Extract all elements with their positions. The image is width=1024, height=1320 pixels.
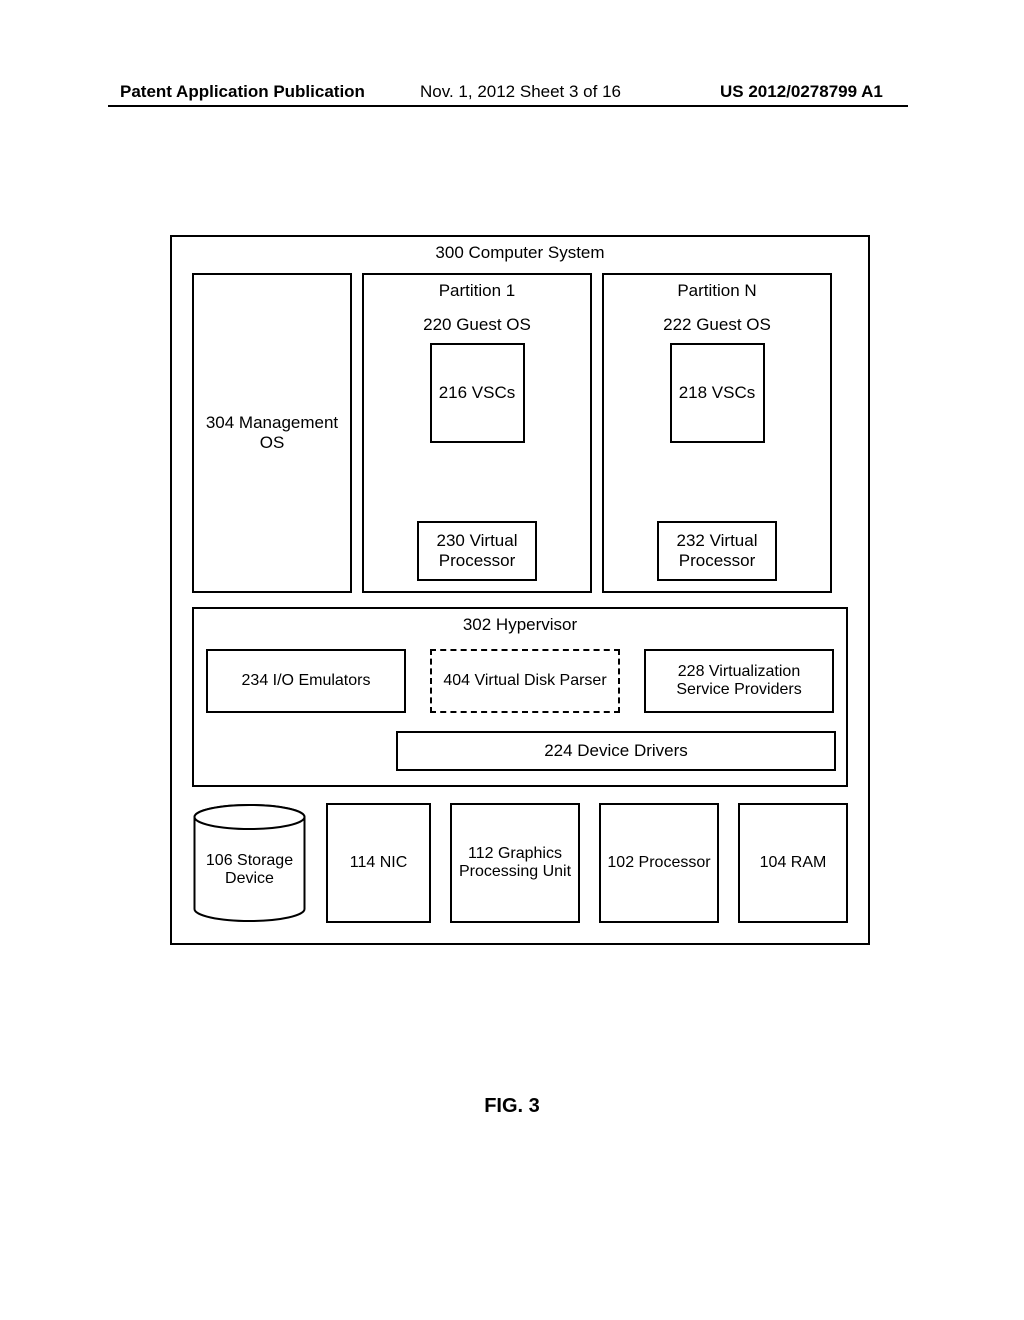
ram-label: 104 RAM [760, 854, 827, 872]
io-emulators-box: 234 I/O Emulators [206, 649, 406, 713]
hypervisor-box: 302 Hypervisor 234 I/O Emulators 404 Vir… [192, 607, 848, 787]
computer-system-title: 300 Computer System [172, 237, 868, 273]
virtualization-service-providers-label: 228 Virtualization Service Providers [652, 663, 826, 699]
partition-n-guest-os: 222 Guest OS [663, 315, 771, 335]
partition-n-box: Partition N 222 Guest OS 218 VSCs 232 Vi… [602, 273, 832, 593]
nic-label: 114 NIC [350, 854, 408, 872]
gpu-box: 112 Graphics Processing Unit [450, 803, 580, 923]
partitions-row: 304 Management OS Partition 1 220 Guest … [172, 273, 868, 607]
storage-device-cylinder: 106 Storage Device [192, 803, 307, 923]
header-publication-type: Patent Application Publication [120, 82, 365, 102]
processor-box: 102 Processor [599, 803, 719, 923]
processor-label: 102 Processor [607, 854, 710, 872]
nic-box: 114 NIC [326, 803, 431, 923]
storage-device-label: 106 Storage Device [192, 838, 307, 888]
hypervisor-title: 302 Hypervisor [206, 615, 834, 635]
partition-n-virtual-processor-label: 232 Virtual Processor [659, 531, 775, 571]
hypervisor-services-row: 234 I/O Emulators 404 Virtual Disk Parse… [206, 649, 834, 713]
partition-1-virtual-processor-label: 230 Virtual Processor [419, 531, 535, 571]
partition-1-vsc-box: 216 VSCs [430, 343, 525, 443]
management-os-label: 304 Management OS [194, 413, 350, 453]
partition-1-virtual-processor-box: 230 Virtual Processor [417, 521, 537, 581]
gpu-label: 112 Graphics Processing Unit [458, 845, 572, 881]
hardware-row: 106 Storage Device 114 NIC 112 Graphics … [172, 803, 868, 943]
virtual-disk-parser-label: 404 Virtual Disk Parser [443, 672, 606, 690]
device-drivers-label: 224 Device Drivers [544, 741, 688, 761]
partition-n-vsc-label: 218 VSCs [679, 383, 756, 403]
partition-1-vsc-label: 216 VSCs [439, 383, 516, 403]
partition-1-title: Partition 1 [439, 281, 516, 301]
device-drivers-box: 224 Device Drivers [396, 731, 836, 771]
virtual-disk-parser-box: 404 Virtual Disk Parser [430, 649, 620, 713]
virtualization-service-providers-box: 228 Virtualization Service Providers [644, 649, 834, 713]
ram-box: 104 RAM [738, 803, 848, 923]
header-date-sheet: Nov. 1, 2012 Sheet 3 of 16 [420, 82, 621, 102]
figure-caption: FIG. 3 [0, 1095, 1024, 1118]
partition-n-title: Partition N [677, 281, 756, 301]
partition-n-virtual-processor-box: 232 Virtual Processor [657, 521, 777, 581]
computer-system-box: 300 Computer System 304 Management OS Pa… [170, 235, 870, 945]
partition-1-guest-os: 220 Guest OS [423, 315, 531, 335]
header-patent-id: US 2012/0278799 A1 [720, 82, 883, 102]
header-rule [108, 105, 908, 107]
partition-n-vsc-box: 218 VSCs [670, 343, 765, 443]
io-emulators-label: 234 I/O Emulators [242, 672, 371, 690]
partition-1-box: Partition 1 220 Guest OS 216 VSCs 230 Vi… [362, 273, 592, 593]
management-os-box: 304 Management OS [192, 273, 352, 593]
